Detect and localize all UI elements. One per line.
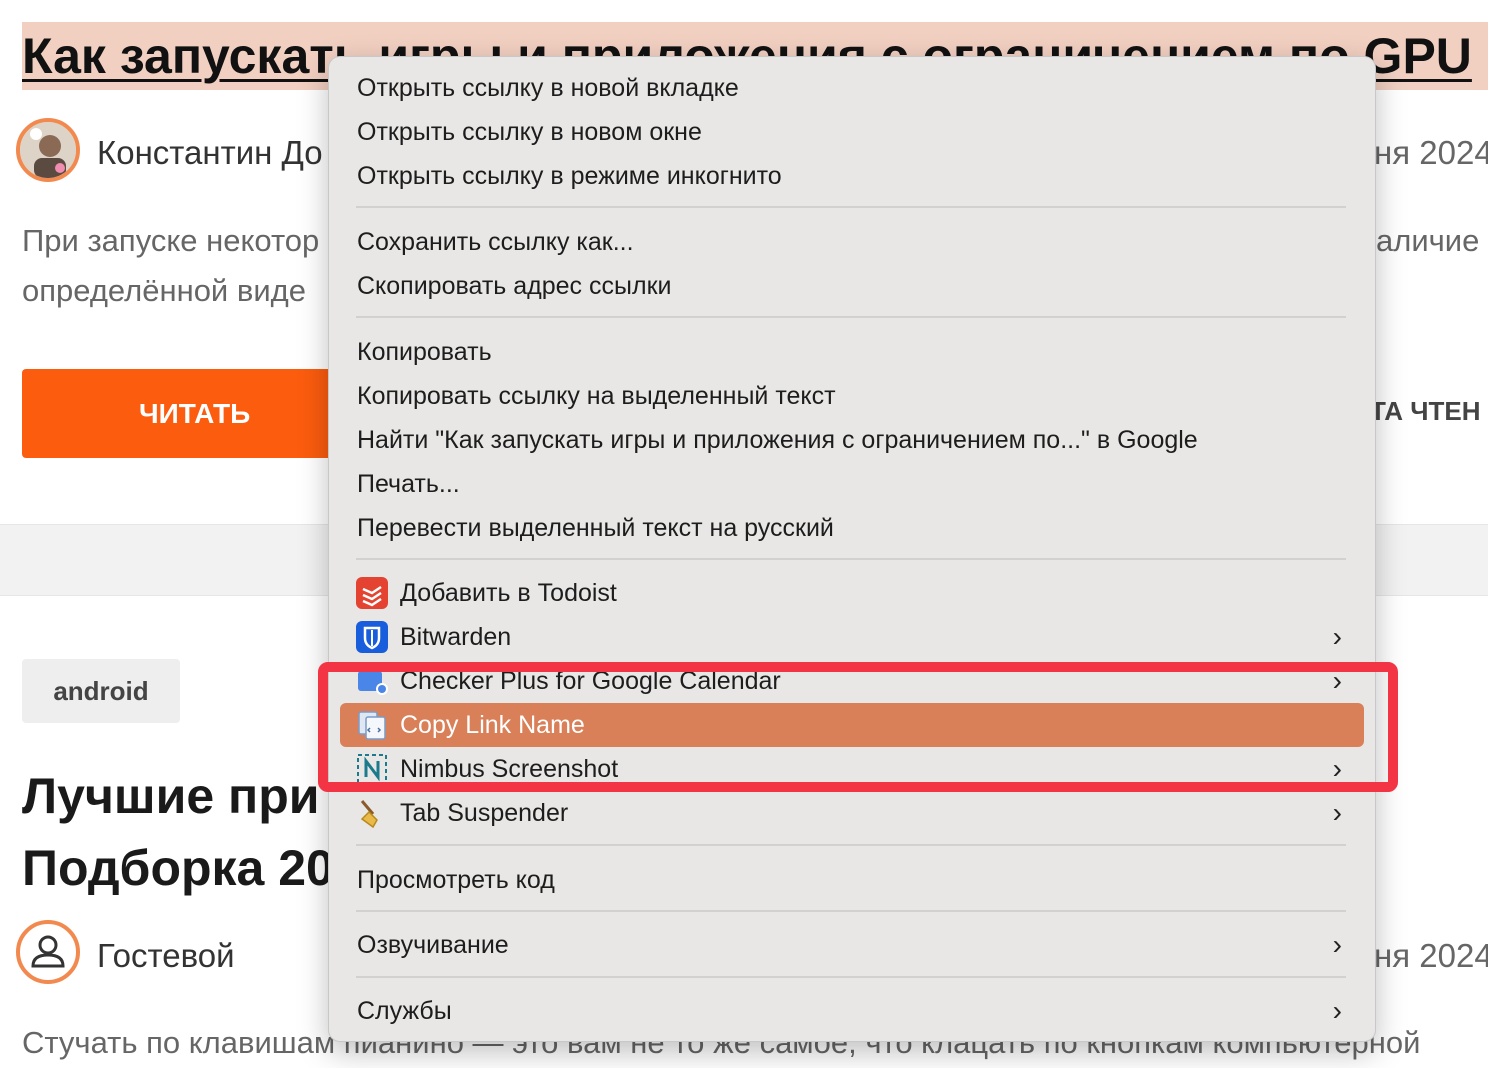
chevron-right-icon: › [1332, 621, 1342, 652]
menu-item-label: Сохранить ссылку как... [357, 228, 634, 256]
menu-translate[interactable]: Перевести выделенный текст на русский [340, 506, 1364, 550]
annotation-highlight-box [318, 662, 1398, 792]
article2-date: ня 2024 [1374, 937, 1488, 974]
menu-open-incognito[interactable]: Открыть ссылку в режиме инкогнито [340, 154, 1364, 198]
user-icon [31, 935, 65, 968]
menu-separator [356, 558, 1346, 560]
menu-item-label: Tab Suspender [400, 799, 569, 827]
menu-item-label: Перевести выделенный текст на русский [357, 514, 834, 542]
menu-copy[interactable]: Копировать [340, 330, 1364, 374]
chevron-right-icon: › [1332, 929, 1342, 960]
excerpt-line2-left: определённой виде [22, 273, 306, 308]
menu-tab-suspender[interactable]: Tab Suspender › [340, 791, 1364, 835]
guest-avatar[interactable] [16, 920, 80, 984]
menu-copy-link-to-highlight[interactable]: Копировать ссылку на выделенный текст [340, 374, 1364, 418]
menu-copy-link-address[interactable]: Скопировать адрес ссылки [340, 264, 1364, 308]
menu-print[interactable]: Печать... [340, 462, 1364, 506]
menu-item-label: Скопировать адрес ссылки [357, 272, 672, 300]
chevron-right-icon: › [1332, 995, 1342, 1026]
menu-item-label: Открыть ссылку в режиме инкогнито [357, 162, 782, 190]
menu-item-label: Службы [357, 997, 452, 1025]
menu-open-new-tab[interactable]: Открыть ссылку в новой вкладке [340, 66, 1364, 110]
menu-search-google[interactable]: Найти "Как запускать игры и приложения с… [340, 418, 1364, 462]
menu-item-label: Копировать [357, 338, 492, 366]
todoist-icon [356, 577, 388, 609]
menu-open-new-window[interactable]: Открыть ссылку в новом окне [340, 110, 1364, 154]
publish-date: ня 2024 [1374, 134, 1488, 171]
menu-item-label: Найти "Как запускать игры и приложения с… [357, 426, 1198, 454]
menu-item-label: Копировать ссылку на выделенный текст [357, 382, 836, 410]
menu-separator [356, 844, 1346, 846]
menu-inspect[interactable]: Просмотреть код [340, 858, 1364, 902]
menu-item-label: Просмотреть код [357, 866, 555, 894]
menu-item-label: Открыть ссылку в новой вкладке [357, 74, 739, 102]
read-time-label: ТА ЧТЕН [1370, 396, 1481, 426]
menu-services[interactable]: Службы › [340, 989, 1364, 1033]
article2-title-line1[interactable]: Лучшие при [22, 760, 334, 832]
menu-separator [356, 910, 1346, 912]
menu-item-label: Печать... [357, 470, 460, 498]
menu-separator [356, 316, 1346, 318]
menu-todoist[interactable]: Добавить в Todoist [340, 571, 1364, 615]
excerpt-line1-left: При запуске некотор [22, 223, 320, 258]
menu-item-label: Bitwarden [400, 623, 512, 651]
article2-author[interactable]: Гостевой [97, 937, 235, 975]
menu-bitwarden[interactable]: Bitwarden › [340, 615, 1364, 659]
category-tag[interactable]: android [22, 659, 180, 723]
menu-item-label: Озвучивание [357, 931, 509, 959]
read-button[interactable]: ЧИТАТЬ [22, 369, 352, 458]
menu-separator [356, 976, 1346, 978]
menu-speech[interactable]: Озвучивание › [340, 923, 1364, 967]
avatar-photo-icon [20, 122, 76, 178]
menu-item-label: Добавить в Todoist [400, 579, 617, 607]
menu-save-link-as[interactable]: Сохранить ссылку как... [340, 220, 1364, 264]
chevron-right-icon: › [1332, 797, 1342, 828]
excerpt-line1-right: аличие [1376, 223, 1480, 258]
bitwarden-icon [356, 621, 388, 653]
article2-title[interactable]: Лучшие при Подборка 20 [22, 760, 334, 904]
article2-title-line2[interactable]: Подборка 20 [22, 832, 334, 904]
author-name[interactable]: Константин До [97, 134, 323, 172]
author-avatar[interactable] [16, 118, 80, 182]
broom-icon [360, 800, 378, 829]
menu-item-label: Открыть ссылку в новом окне [357, 118, 702, 146]
menu-separator [356, 206, 1346, 208]
